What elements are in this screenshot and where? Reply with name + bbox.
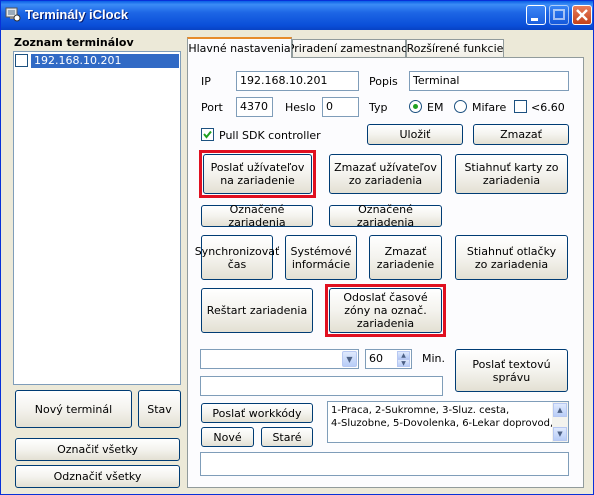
minimize-button[interactable] — [526, 5, 546, 25]
type-mifare-radio[interactable] — [454, 100, 467, 113]
restart-device-button[interactable]: Reštart zariadenia — [201, 288, 313, 333]
tab-assigned-employees[interactable]: Priradení zamestnanci — [288, 39, 410, 57]
minimize-icon — [531, 18, 538, 21]
system-info-button[interactable]: Systémové informácie — [285, 235, 357, 280]
pull-sdk-checkbox[interactable] — [201, 128, 214, 141]
type-label: Typ — [369, 101, 388, 114]
workcodes-list[interactable]: 1-Praca, 2-Sukromne, 3-Sluz. cesta, 4-Sl… — [327, 401, 569, 443]
stepper-down-icon[interactable]: ▼ — [397, 359, 410, 367]
delete-button[interactable]: Zmazať — [473, 124, 569, 145]
uncheck-all-button[interactable]: Odznačiť všetky — [15, 465, 180, 488]
pull-sdk-label: Pull SDK controller — [219, 129, 321, 142]
close-icon — [576, 9, 588, 21]
minutes-stepper[interactable]: 60 ▲ ▼ — [365, 349, 412, 369]
workcode-line: 4-Sluzobne, 5-Dovolenka, 6-Lekar doprovo… — [331, 418, 554, 429]
app-window: Terminály iClock Zoznam terminálov 192.1… — [0, 0, 594, 495]
title-bar[interactable]: Terminály iClock — [1, 1, 593, 30]
checkmark-icon — [203, 130, 212, 139]
status-button[interactable]: Stav — [138, 390, 181, 428]
maximize-button[interactable] — [549, 5, 569, 25]
stepper-up-icon[interactable]: ▲ — [397, 351, 410, 359]
vertical-scrollbar[interactable]: ▲ ▼ — [552, 402, 568, 442]
type-660-checkbox[interactable] — [514, 100, 527, 113]
message-text-input[interactable] — [200, 376, 443, 396]
workcode-line: 1-Praca, 2-Sukromne, 3-Sluz. cesta, — [331, 405, 510, 416]
close-button[interactable] — [572, 5, 592, 25]
checkbox-box — [15, 54, 28, 67]
description-input[interactable]: Terminal — [409, 71, 569, 91]
send-workcodes-button[interactable]: Poslať workkódy — [201, 403, 313, 423]
terminal-list-title: Zoznam terminálov — [14, 36, 134, 49]
dropdown-arrow-icon: ▼ — [342, 351, 357, 367]
sync-time-button[interactable]: Synchronizovať čas — [195, 235, 279, 280]
save-button[interactable]: Uložiť — [367, 124, 463, 145]
tab-advanced-functions[interactable]: Rozšírené funkcie — [406, 39, 504, 57]
radio-selected-dot — [413, 104, 418, 109]
scroll-up-icon[interactable]: ▲ — [553, 403, 567, 417]
maximize-icon — [553, 9, 565, 20]
ip-label: IP — [201, 75, 211, 88]
type-em-label: EM — [427, 101, 444, 114]
minutes-value: 60 — [369, 352, 383, 365]
password-input[interactable]: 0 — [322, 97, 359, 117]
password-label: Heslo — [285, 101, 316, 114]
marked-devices-button-2[interactable]: Označené zariadenia — [329, 203, 442, 229]
type-660-label: <6.60 — [531, 101, 565, 114]
window-content: Zoznam terminálov 192.168.10.201 Nový te… — [4, 30, 590, 491]
message-template-dropdown[interactable]: ▼ — [200, 349, 359, 369]
send-users-button[interactable]: Poslať užívateľov na zariadenie — [203, 154, 312, 194]
old-workcode-button[interactable]: Staré — [261, 427, 313, 447]
new-workcode-button[interactable]: Nové — [201, 427, 254, 447]
app-icon — [5, 7, 21, 22]
tab-main-settings[interactable]: Hlavné nastavenia — [187, 37, 292, 58]
type-em-radio[interactable] — [409, 100, 422, 113]
download-cards-button[interactable]: Stiahnuť karty zo zariadenia — [455, 154, 568, 194]
ip-input[interactable]: 192.168.10.201 — [236, 71, 359, 91]
scroll-down-icon[interactable]: ▼ — [553, 427, 567, 441]
list-item[interactable]: 192.168.10.201 — [31, 54, 179, 68]
minutes-label: Min. — [422, 352, 446, 365]
list-item-checkbox[interactable] — [15, 54, 29, 68]
download-fingerprints-button[interactable]: Stiahnuť otlačky zo zariadenia — [455, 235, 568, 280]
port-input[interactable]: 4370 — [236, 97, 273, 117]
description-label: Popis — [369, 75, 398, 88]
check-all-button[interactable]: Označiť všetky — [15, 438, 180, 461]
status-output-field — [200, 452, 569, 476]
delete-users-button[interactable]: Zmazať užívateľov zo zariadenia — [329, 154, 442, 194]
send-timezones-button[interactable]: Odoslať časové zóny na označ. zariadenia — [329, 288, 442, 333]
new-terminal-button[interactable]: Nový terminál — [15, 390, 132, 428]
delete-device-button[interactable]: Zmazať zariadenie — [369, 235, 442, 280]
port-label: Port — [201, 101, 223, 114]
send-text-message-button[interactable]: Poslať textovú správu — [455, 349, 568, 392]
window-title: Terminály iClock — [25, 7, 129, 22]
marked-devices-button-1[interactable]: Označené zariadenia — [201, 203, 313, 229]
type-mifare-label: Mifare — [472, 101, 507, 114]
terminal-list[interactable]: 192.168.10.201 — [13, 51, 181, 385]
